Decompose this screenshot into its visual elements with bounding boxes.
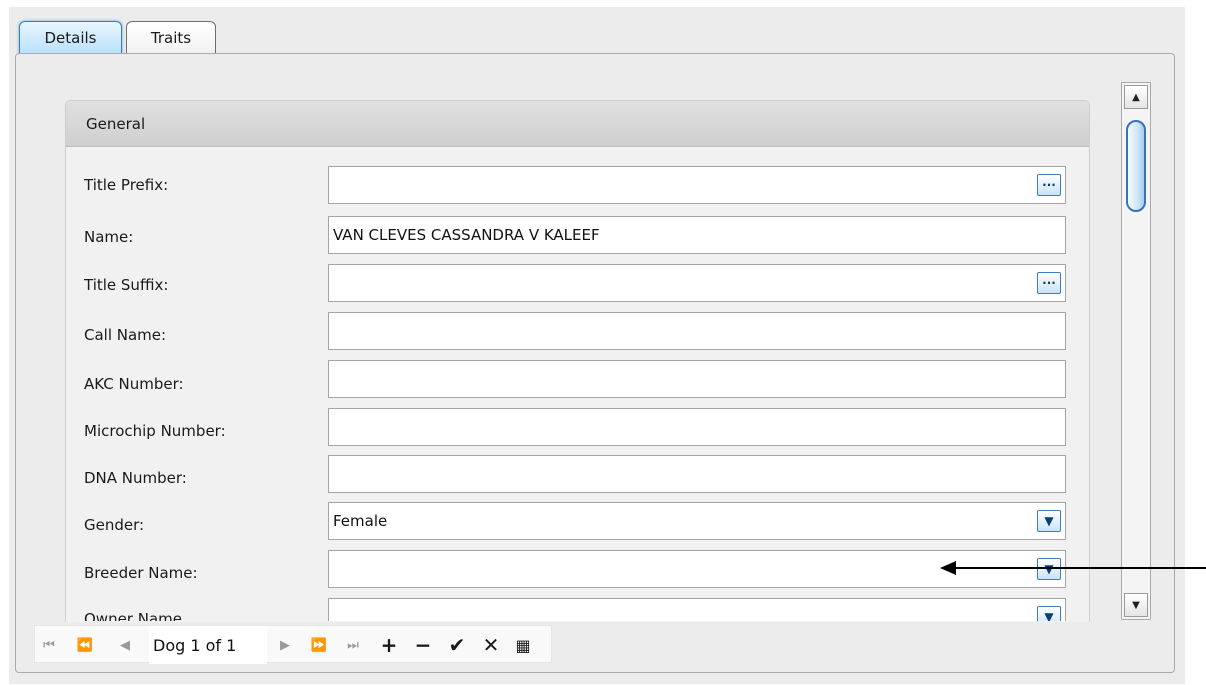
title-suffix-field[interactable]: ··· — [328, 264, 1066, 302]
plus-icon: + — [380, 633, 398, 657]
call-name-label: Call Name: — [84, 326, 167, 344]
filter-button[interactable]: ▦ — [513, 626, 533, 664]
scroll-up-button[interactable]: ▲ — [1124, 85, 1148, 109]
microchip-number-field[interactable] — [328, 408, 1066, 446]
last-icon: ⏭ — [347, 637, 359, 653]
title-prefix-field[interactable]: ··· — [328, 166, 1066, 204]
previous-page-button[interactable]: ⏪ — [75, 626, 95, 664]
name-label: Name: — [84, 228, 134, 246]
akc-number-field[interactable] — [328, 360, 1066, 398]
rewind-icon: ⏪ — [76, 637, 94, 653]
previous-icon: ◀ — [120, 637, 130, 653]
close-icon: ✕ — [482, 633, 500, 657]
minus-icon: − — [414, 633, 432, 657]
fast-forward-icon: ⏩ — [310, 637, 328, 653]
title-prefix-label: Title Prefix: — [84, 176, 169, 194]
title-suffix-lookup-button[interactable]: ··· — [1037, 272, 1061, 294]
checkmark-icon: ✔ — [448, 633, 466, 657]
next-icon: ▶ — [280, 637, 290, 653]
name-field[interactable]: VAN CLEVES CASSANDRA V KALEEF — [328, 216, 1066, 254]
chevron-down-icon: ▼ — [1044, 514, 1054, 528]
gender-label: Gender: — [84, 516, 145, 534]
record-position: Dog 1 of 1 — [149, 626, 267, 664]
triangle-up-icon: ▲ — [1132, 91, 1140, 103]
gender-dropdown-button[interactable]: ▼ — [1037, 510, 1061, 532]
post-button[interactable]: ✔ — [447, 626, 467, 664]
last-button[interactable]: ⏭ — [343, 626, 363, 664]
breeder-name-label: Breeder Name: — [84, 564, 198, 582]
first-page-button[interactable]: ⏮ — [39, 626, 59, 664]
delete-button[interactable]: − — [413, 626, 433, 664]
previous-button[interactable]: ◀ — [115, 626, 135, 664]
akc-number-label: AKC Number: — [84, 375, 184, 393]
name-value: VAN CLEVES CASSANDRA V KALEEF — [333, 226, 600, 244]
next-page-button[interactable]: ⏩ — [309, 626, 329, 664]
group-header-general: General — [66, 101, 1089, 147]
vertical-scrollbar[interactable]: ▲ ▼ — [1121, 82, 1151, 620]
append-button[interactable]: + — [379, 626, 399, 664]
title-prefix-lookup-button[interactable]: ··· — [1037, 174, 1061, 196]
title-suffix-label: Title Suffix: — [84, 276, 169, 294]
gender-value: Female — [333, 512, 388, 530]
microchip-number-label: Microchip Number: — [84, 422, 226, 440]
ellipsis-icon: ··· — [1042, 276, 1056, 290]
annotation-arrow-icon — [940, 561, 1206, 575]
grid-icon: ▦ — [515, 635, 531, 655]
call-name-field[interactable] — [328, 312, 1066, 350]
tab-details[interactable]: Details — [19, 21, 122, 54]
first-icon: ⏮ — [43, 637, 55, 653]
tab-traits[interactable]: Traits — [126, 21, 216, 54]
record-navigator: ⏮ ⏪ ◀ Dog 1 of 1 ▶ ⏩ ⏭ + − ✔ ✕ ▦ — [34, 625, 552, 664]
triangle-down-icon: ▼ — [1132, 599, 1140, 611]
ellipsis-icon: ··· — [1042, 178, 1056, 192]
scroll-thumb[interactable] — [1126, 120, 1146, 212]
next-button[interactable]: ▶ — [275, 626, 295, 664]
scroll-down-button[interactable]: ▼ — [1124, 593, 1148, 617]
cancel-button[interactable]: ✕ — [481, 626, 501, 664]
gender-select[interactable]: Female ▼ — [328, 502, 1066, 540]
dna-number-field[interactable] — [328, 455, 1066, 493]
dna-number-label: DNA Number: — [84, 469, 187, 487]
